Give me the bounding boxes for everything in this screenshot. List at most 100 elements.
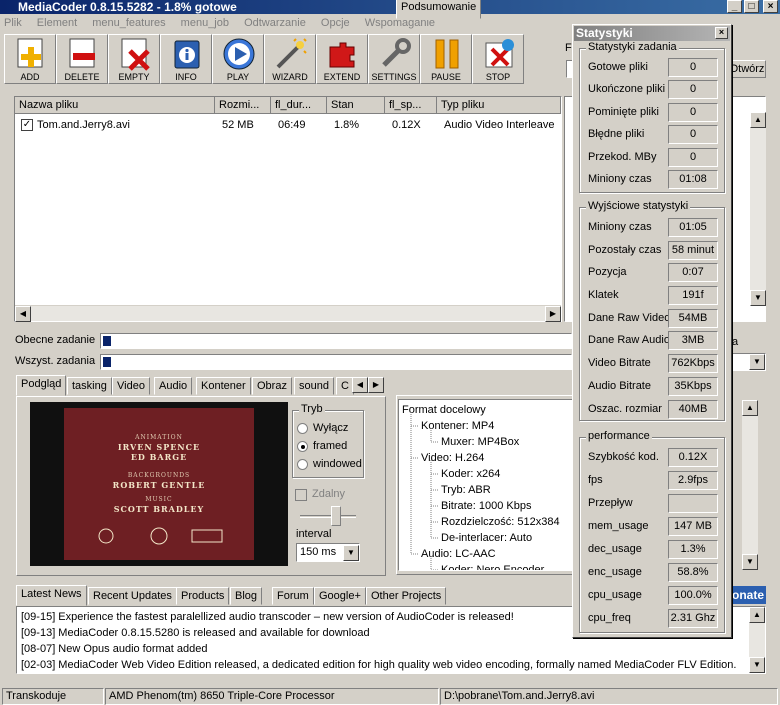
file-list-hscroll[interactable]: ◀ ▶ <box>15 305 561 322</box>
menu-opcje[interactable]: Opcje <box>321 17 350 29</box>
empty-button[interactable]: EMPTY <box>108 34 160 84</box>
tab-blog[interactable]: Blog <box>230 587 263 605</box>
current-task-label: Obecne zadanie <box>15 334 96 346</box>
status-cpu: AMD Phenom(tm) 8650 Triple-Core Processo… <box>105 688 439 705</box>
col-type[interactable]: Typ pliku <box>437 97 561 114</box>
maximize-button[interactable]: □ <box>744 0 759 13</box>
wizard-button[interactable]: WIZARD <box>264 34 316 84</box>
tab-latest-news[interactable]: Latest News <box>16 585 87 606</box>
news-tabs: Latest News Recent Updates Products Blog… <box>16 585 476 607</box>
studio-logos-icon <box>98 527 223 545</box>
tab-obraz[interactable]: Obraz <box>252 377 292 395</box>
scroll-right-icon[interactable]: ▶ <box>545 306 561 322</box>
tab-audio[interactable]: Audio <box>154 377 193 395</box>
news-scrollbar[interactable]: ▲ ▼ <box>749 607 765 673</box>
tab-forum[interactable]: Forum <box>272 587 314 605</box>
tab-scroll-left-icon[interactable]: ◀ <box>352 377 368 393</box>
total-tasks-progress <box>100 354 572 370</box>
summary-scrollbar[interactable]: ▲ ▼ <box>742 400 758 570</box>
statistics-window: Statystyki × Statystyki zadania Wyjściow… <box>572 24 732 638</box>
mode-group: Tryb Wyłącz framed windowed <box>292 403 364 478</box>
extend-button[interactable]: EXTEND <box>316 34 368 84</box>
right-dropdown[interactable]: ▼ <box>732 353 766 371</box>
menu-job[interactable]: menu_job <box>181 17 229 29</box>
row-checkbox[interactable]: ✓ <box>21 119 33 131</box>
tab-google-plus[interactable]: Google+ <box>314 587 366 605</box>
current-task-progress <box>100 333 572 349</box>
pause-button[interactable]: PAUSE <box>420 34 472 84</box>
add-button[interactable]: ADD <box>4 34 56 84</box>
col-speed[interactable]: fl_sp... <box>385 97 437 114</box>
col-filename[interactable]: Nazwa pliku <box>15 97 215 114</box>
interval-slider-handle[interactable] <box>331 506 341 526</box>
menu-element[interactable]: Element <box>37 17 77 29</box>
col-duration[interactable]: fl_dur... <box>271 97 327 114</box>
open-button[interactable]: Otwórz <box>728 60 766 78</box>
mode-framed-radio[interactable] <box>297 441 308 452</box>
row-size: 52 MB <box>222 119 254 131</box>
remote-checkbox[interactable] <box>295 489 307 501</box>
row-type: Audio Video Interleave <box>444 119 555 131</box>
credit-line: ROBERT GENTLE <box>112 480 206 490</box>
tab-products[interactable]: Products <box>176 587 230 605</box>
tab-tasking[interactable]: tasking <box>67 377 112 395</box>
tab-scroll-right-icon[interactable]: ▶ <box>368 377 384 393</box>
donate-button[interactable]: onate <box>732 586 766 604</box>
mode-windowed-radio[interactable] <box>297 459 308 470</box>
credit-line: SCOTT BRADLEY <box>113 504 205 514</box>
chevron-down-icon[interactable]: ▼ <box>343 545 359 561</box>
row-speed: 0.12X <box>392 119 421 131</box>
right-label-a: a <box>732 336 739 348</box>
play-button[interactable]: PLAY <box>212 34 264 84</box>
mode-off-radio[interactable] <box>297 423 308 434</box>
interval-slider[interactable] <box>300 515 356 518</box>
col-size[interactable]: Rozmi... <box>215 97 271 114</box>
delete-button[interactable]: DELETE <box>56 34 108 84</box>
total-tasks-label: Wszyst. zadania <box>15 355 96 367</box>
minimize-button[interactable]: _ <box>727 0 742 13</box>
tab-recent-updates[interactable]: Recent Updates <box>88 587 177 605</box>
right-list-scrollbar[interactable]: ▲ ▼ <box>750 112 766 306</box>
extend-icon <box>329 42 355 68</box>
wizard-icon <box>276 38 307 69</box>
mode-off-label: Wyłącz <box>313 422 349 434</box>
credit-line: MUSIC <box>145 496 173 503</box>
menu-plik[interactable]: Plik <box>4 17 22 29</box>
tab-sound[interactable]: sound <box>294 377 334 395</box>
settings-button[interactable]: SETTINGS <box>368 34 420 84</box>
tab-kontener[interactable]: Kontener <box>196 377 251 395</box>
statistics-title: Statystyki <box>574 26 730 41</box>
menu-odtwarzanie[interactable]: Odtwarzanie <box>244 17 306 29</box>
interval-select[interactable]: 150 ms ▼ <box>296 543 360 562</box>
menu-features[interactable]: menu_features <box>92 17 165 29</box>
credit-line: ANIMATION <box>135 434 183 441</box>
remote-label: Zdalny <box>312 488 346 500</box>
mode-framed-label: framed <box>313 440 348 452</box>
tab-video[interactable]: Video <box>112 377 150 395</box>
news-item[interactable]: [09-15] Experience the fastest paralelli… <box>21 609 514 625</box>
preview-frame: ANIMATION IRVEN SPENCE ED BARGE BACKGROU… <box>64 408 254 560</box>
news-item[interactable]: [08-07] New Opus audio format added <box>21 641 208 657</box>
stop-icon <box>485 39 514 68</box>
stop-button[interactable]: STOP <box>472 34 524 84</box>
tab-podglad[interactable]: Podgląd <box>16 375 67 396</box>
news-item[interactable]: [09-13] MediaCoder 0.8.15.5280 is releas… <box>21 625 370 641</box>
delete-icon <box>69 38 95 68</box>
info-icon <box>174 40 200 69</box>
tab-summary[interactable]: Podsumowanie <box>396 0 482 19</box>
status-file: D:\pobrane\Tom.and.Jerry8.avi <box>440 688 778 705</box>
pause-icon <box>435 39 459 69</box>
close-button[interactable]: × <box>763 0 778 13</box>
statistics-close-icon[interactable]: × <box>715 27 728 39</box>
info-button[interactable]: INFO <box>160 34 212 84</box>
tab-other-projects[interactable]: Other Projects <box>366 587 447 605</box>
row-duration: 06:49 <box>278 119 306 131</box>
row-filename: Tom.and.Jerry8.avi <box>37 119 130 131</box>
settings-tabs: Podgląd tasking Video Audio Kontener Obr… <box>16 375 386 397</box>
status-state: Transkoduje <box>2 688 104 705</box>
right-label-f: F <box>565 42 572 54</box>
credit-line: IRVEN SPENCE <box>117 442 201 452</box>
scroll-left-icon[interactable]: ◀ <box>15 306 31 322</box>
col-state[interactable]: Stan <box>327 97 385 114</box>
news-item[interactable]: [02-03] MediaCoder Web Video Edition rel… <box>21 657 736 673</box>
